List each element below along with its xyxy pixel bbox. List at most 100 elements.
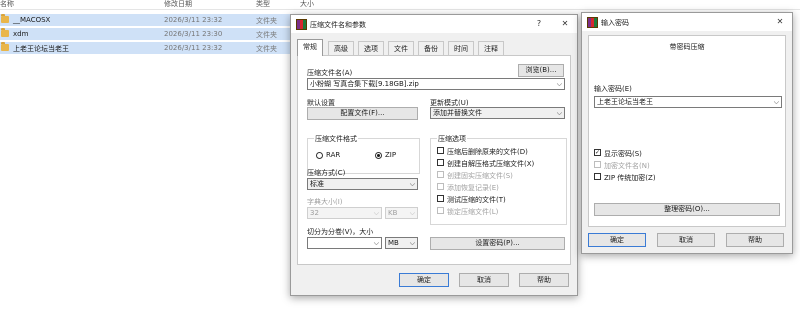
general-tab-panel: 压缩文件名(A) 浏览(B)... 小粉蝴 写真合集下载[9.18GB].zip…: [297, 55, 571, 265]
file-date: 2026/3/11 23:32: [164, 16, 223, 24]
test-archive-checkbox[interactable]: [437, 195, 444, 202]
update-mode-select[interactable]: 添加并替换文件 ⌵: [430, 107, 565, 119]
recovery-record-label: 添加恢复记录(E): [447, 184, 499, 192]
test-archive-label: 测试压缩的文件(T): [447, 196, 506, 204]
dict-size-value: 32: [310, 209, 319, 217]
dict-unit-select[interactable]: KB ⌵: [385, 207, 418, 219]
chevron-down-icon[interactable]: ⌵: [410, 238, 415, 248]
zip-radio-label: ZIP: [385, 151, 397, 159]
file-row[interactable]: xdm 2026/3/11 23:30 文件夹: [0, 28, 300, 40]
split-unit-select[interactable]: MB ⌵: [385, 237, 418, 249]
file-type: 文件夹: [256, 17, 277, 25]
dict-size-label: 字典大小(I): [307, 198, 343, 206]
folder-icon: [1, 14, 9, 23]
column-header-bar: 名称 修改日期 类型 大小: [0, 0, 800, 10]
split-unit-value: MB: [388, 239, 399, 247]
column-size-header[interactable]: 大小: [300, 0, 314, 9]
method-value: 标准: [310, 180, 324, 188]
password-ok-button[interactable]: 确定: [588, 233, 646, 247]
password-value: 上老王论坛当老王: [597, 98, 653, 106]
password-help-button[interactable]: 帮助: [726, 233, 784, 247]
archive-dialog-titlebar[interactable]: 压缩文件名和参数 ? ✕: [291, 15, 577, 33]
archive-name-label: 压缩文件名(A): [307, 69, 353, 77]
zip-radio[interactable]: [375, 152, 382, 159]
lock-archive-checkbox[interactable]: [437, 207, 444, 214]
tab-general[interactable]: 常规: [297, 39, 323, 56]
password-dialog-title: 输入密码: [601, 19, 629, 27]
password-label: 输入密码(E): [594, 85, 632, 93]
encrypt-names-checkbox[interactable]: [594, 161, 601, 168]
chevron-down-icon[interactable]: ⌵: [374, 238, 379, 248]
method-select[interactable]: 标准 ⌵: [307, 178, 418, 190]
delete-after-checkbox[interactable]: [437, 147, 444, 154]
rar-radio[interactable]: [316, 152, 323, 159]
cancel-button[interactable]: 取消: [459, 273, 509, 287]
password-cancel-button[interactable]: 取消: [657, 233, 715, 247]
close-icon[interactable]: ✕: [559, 18, 571, 30]
update-mode-value: 添加并替换文件: [433, 109, 482, 117]
archive-name-value: 小粉蝴 写真合集下载[9.18GB].zip: [310, 80, 419, 88]
tab-time[interactable]: 时间: [448, 41, 474, 56]
folder-icon: [1, 28, 9, 37]
zip-legacy-label: ZIP 传统加密(Z): [604, 174, 656, 182]
tab-backup[interactable]: 备份: [418, 41, 444, 56]
sfx-checkbox[interactable]: [437, 159, 444, 166]
close-icon[interactable]: ✕: [774, 16, 786, 28]
dict-unit-value: KB: [388, 209, 398, 217]
set-password-button[interactable]: 设置密码(P)...: [430, 237, 565, 250]
sfx-label: 创建自解压格式压缩文件(X): [447, 160, 535, 168]
password-dialog-titlebar[interactable]: 输入密码 ✕: [582, 13, 792, 31]
winrar-icon: [587, 17, 598, 28]
organize-passwords-button[interactable]: 整理密码(O)...: [594, 203, 780, 216]
chevron-down-icon[interactable]: ⌵: [557, 108, 562, 118]
archive-dialog-title: 压缩文件名和参数: [310, 21, 366, 29]
tab-files[interactable]: 文件: [388, 41, 414, 56]
file-date: 2026/3/11 23:32: [164, 44, 223, 52]
chevron-down-icon[interactable]: ⌵: [410, 179, 415, 189]
column-date-header[interactable]: 修改日期: [164, 0, 192, 9]
file-row[interactable]: __MACOSX 2026/3/11 23:32 文件夹: [0, 14, 300, 26]
browse-button[interactable]: 浏览(B)...: [518, 64, 564, 77]
chevron-down-icon[interactable]: ⌵: [374, 208, 379, 218]
help-button[interactable]: 帮助: [519, 273, 569, 287]
tab-comment[interactable]: 注释: [478, 41, 504, 56]
archive-name-combo[interactable]: 小粉蝴 写真合集下载[9.18GB].zip ⌵: [307, 78, 565, 90]
solid-label: 创建固实压缩文件(S): [447, 172, 513, 180]
file-row[interactable]: 上老王论坛当老王 2026/3/11 23:32 文件夹: [0, 42, 300, 54]
file-name: __MACOSX: [13, 16, 51, 24]
recovery-record-checkbox[interactable]: [437, 183, 444, 190]
chevron-down-icon[interactable]: ⌵: [557, 79, 562, 89]
chevron-down-icon[interactable]: ⌵: [410, 208, 415, 218]
chevron-down-icon[interactable]: ⌵: [774, 97, 779, 107]
tab-advanced[interactable]: 高级: [328, 41, 354, 56]
dict-size-select[interactable]: 32 ⌵: [307, 207, 382, 219]
show-password-checkbox[interactable]: ✓: [594, 149, 601, 156]
column-type-header[interactable]: 类型: [256, 0, 270, 9]
profiles-button[interactable]: 配置文件(F)...: [307, 107, 418, 120]
solid-checkbox[interactable]: [437, 171, 444, 178]
lock-archive-label: 锁定压缩文件(L): [447, 208, 499, 216]
help-icon[interactable]: ?: [533, 18, 545, 30]
split-volumes-label: 切分为分卷(V)，大小: [307, 228, 374, 236]
show-password-label: 显示密码(S): [604, 150, 642, 158]
options-group-label: 压缩选项: [437, 134, 467, 144]
folder-icon: [1, 42, 9, 51]
file-type: 文件夹: [256, 45, 277, 53]
format-group-label: 压缩文件格式: [314, 134, 358, 144]
delete-after-label: 压缩后删除原来的文件(D): [447, 148, 528, 156]
encrypt-names-label: 加密文件名(N): [604, 162, 650, 170]
password-header: 带密码压缩: [669, 43, 705, 51]
password-panel: 带密码压缩 输入密码(E) 上老王论坛当老王 ⌵ ✓ 显示密码(S) 加密文件名…: [588, 35, 786, 227]
column-name-header[interactable]: 名称: [0, 0, 14, 9]
winrar-icon: [296, 19, 307, 30]
file-name: 上老王论坛当老王: [13, 45, 69, 53]
file-type: 文件夹: [256, 31, 277, 39]
method-label: 压缩方式(C): [307, 169, 346, 177]
password-input[interactable]: 上老王论坛当老王 ⌵: [594, 96, 782, 108]
zip-legacy-checkbox[interactable]: [594, 173, 601, 180]
split-size-combo[interactable]: ⌵: [307, 237, 382, 249]
password-dialog: 输入密码 ✕ 带密码压缩 输入密码(E) 上老王论坛当老王 ⌵ ✓ 显示密码(S…: [581, 12, 793, 254]
ok-button[interactable]: 确定: [399, 273, 449, 287]
tab-options[interactable]: 选项: [358, 41, 384, 56]
rar-radio-label: RAR: [326, 151, 341, 159]
